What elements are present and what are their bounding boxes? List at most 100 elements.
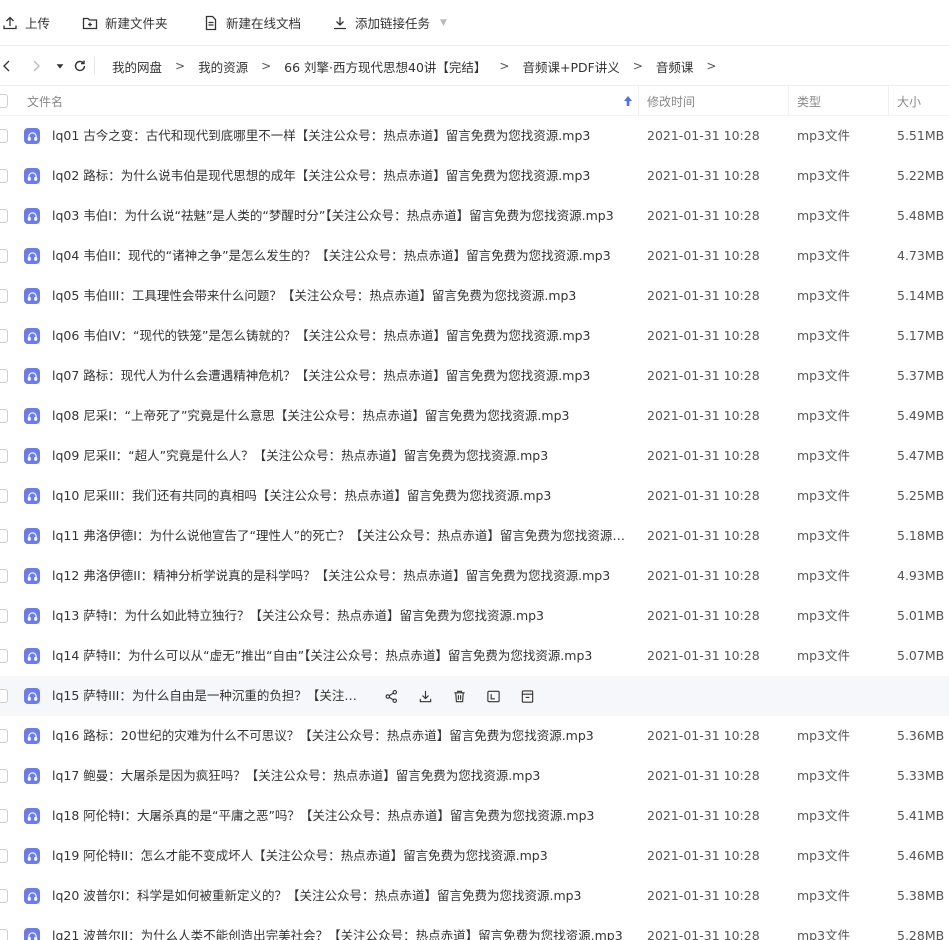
breadcrumb-item-course[interactable]: 66 刘擎·西方现代思想40讲【完结】 xyxy=(284,57,486,76)
file-row[interactable]: lq07 路标：现代人为什么会遭遇精神危机？【关注公众号：热点赤道】留言免费为您… xyxy=(0,356,949,396)
audio-file-icon xyxy=(24,448,40,464)
new-folder-button[interactable]: 新建文件夹 xyxy=(82,0,168,46)
row-actions xyxy=(383,688,553,704)
file-name[interactable]: lq14 萨特II：为什么可以从“虚无”推出“自由”【关注公众号：热点赤道】留言… xyxy=(52,636,592,676)
row-checkbox[interactable] xyxy=(0,489,8,503)
file-row[interactable]: lq18 阿伦特I：大屠杀真的是“平庸之恶”吗？【关注公众号：热点赤道】留言免费… xyxy=(0,796,949,836)
select-all-checkbox[interactable] xyxy=(0,94,8,108)
file-row[interactable]: lq20 波普尔I：科学是如何被重新定义的？【关注公众号：热点赤道】留言免费为您… xyxy=(0,876,949,916)
file-size: 5.48MB xyxy=(897,208,945,223)
file-type: mp3文件 xyxy=(797,488,851,503)
column-divider[interactable] xyxy=(638,86,639,116)
share-icon[interactable] xyxy=(383,688,399,704)
column-divider[interactable] xyxy=(888,86,889,116)
delete-icon[interactable] xyxy=(451,688,467,704)
file-name[interactable]: lq10 尼采III：我们还有共同的真相吗【关注公众号：热点赤道】留言免费为您找… xyxy=(52,476,551,516)
row-checkbox[interactable] xyxy=(0,649,8,663)
file-name[interactable]: lq09 尼采II：“超人”究竟是什么人？【关注公众号：热点赤道】留言免费为您找… xyxy=(52,436,548,476)
file-name[interactable]: lq17 鲍曼：大屠杀是因为疯狂吗？【关注公众号：热点赤道】留言免费为您找资源.… xyxy=(52,756,540,796)
file-name[interactable]: lq07 路标：现代人为什么会遭遇精神危机？【关注公众号：热点赤道】留言免费为您… xyxy=(52,356,590,396)
file-name[interactable]: lq08 尼采I：“上帝死了”究竟是什么意思【关注公众号：热点赤道】留言免费为您… xyxy=(52,396,569,436)
breadcrumb-item-audio[interactable]: 音频课 xyxy=(656,57,694,76)
row-checkbox[interactable] xyxy=(0,689,8,703)
file-name[interactable]: lq13 萨特I：为什么如此特立独行？【关注公众号：热点赤道】留言免费为您找资源… xyxy=(52,596,544,636)
file-row[interactable]: lq03 韦伯I：为什么说“祛魅”是人类的“梦醒时分”【关注公众号：热点赤道】留… xyxy=(0,196,949,236)
back-button[interactable] xyxy=(0,46,14,86)
file-row[interactable]: lq09 尼采II：“超人”究竟是什么人？【关注公众号：热点赤道】留言免费为您找… xyxy=(0,436,949,476)
file-row[interactable]: lq04 韦伯II：现代的“诸神之争”是怎么发生的？【关注公众号：热点赤道】留言… xyxy=(0,236,949,276)
file-name[interactable]: lq03 韦伯I：为什么说“祛魅”是人类的“梦醒时分”【关注公众号：热点赤道】留… xyxy=(52,196,614,236)
upload-button[interactable]: 上传 xyxy=(2,0,50,46)
file-row[interactable]: lq02 路标：为什么说韦伯是现代思想的成年【关注公众号：热点赤道】留言免费为您… xyxy=(0,156,949,196)
file-row[interactable]: lq10 尼采III：我们还有共同的真相吗【关注公众号：热点赤道】留言免费为您找… xyxy=(0,476,949,516)
file-row[interactable]: lq16 路标：20世纪的灾难为什么不可思议？【关注公众号：热点赤道】留言免费为… xyxy=(0,716,949,756)
row-checkbox[interactable] xyxy=(0,609,8,623)
rename-icon[interactable] xyxy=(485,688,501,704)
file-row[interactable]: lq12 弗洛伊德II：精神分析学说真的是科学吗？【关注公众号：热点赤道】留言免… xyxy=(0,556,949,596)
row-checkbox[interactable] xyxy=(0,849,8,863)
row-checkbox[interactable] xyxy=(0,289,8,303)
row-checkbox[interactable] xyxy=(0,329,8,343)
file-name[interactable]: lq21 波普尔II：为什么人类不能创造出完美社会？【关注公众号：热点赤道】留言… xyxy=(52,916,623,940)
forward-button[interactable] xyxy=(29,46,43,86)
file-name[interactable]: lq05 韦伯III：工具理性会带来什么问题？【关注公众号：热点赤道】留言免费为… xyxy=(52,276,576,316)
file-name[interactable]: lq20 波普尔I：科学是如何被重新定义的？【关注公众号：热点赤道】留言免费为您… xyxy=(52,876,582,916)
add-link-task-button[interactable]: 添加链接任务 ▼ xyxy=(332,0,447,46)
file-name[interactable]: lq19 阿伦特II：怎么才能不变成坏人【关注公众号：热点赤道】留言免费为您找资… xyxy=(52,836,548,876)
row-checkbox[interactable] xyxy=(0,809,8,823)
file-row[interactable]: lq06 韦伯IV：“现代的铁笼”是怎么铸就的？【关注公众号：热点赤道】留言免费… xyxy=(0,316,949,356)
file-row[interactable]: lq19 阿伦特II：怎么才能不变成坏人【关注公众号：热点赤道】留言免费为您找资… xyxy=(0,836,949,876)
row-checkbox[interactable] xyxy=(0,729,8,743)
row-checkbox[interactable] xyxy=(0,409,8,423)
refresh-button[interactable] xyxy=(72,46,88,86)
file-name[interactable]: lq12 弗洛伊德II：精神分析学说真的是科学吗？【关注公众号：热点赤道】留言免… xyxy=(52,556,610,596)
file-name[interactable]: lq04 韦伯II：现代的“诸神之争”是怎么发生的？【关注公众号：热点赤道】留言… xyxy=(52,236,611,276)
row-checkbox[interactable] xyxy=(0,449,8,463)
file-name[interactable]: lq06 韦伯IV：“现代的铁笼”是怎么铸就的？【关注公众号：热点赤道】留言免费… xyxy=(52,316,591,356)
file-name[interactable]: lq02 路标：为什么说韦伯是现代思想的成年【关注公众号：热点赤道】留言免费为您… xyxy=(52,156,590,196)
row-checkbox[interactable] xyxy=(0,569,8,583)
file-row[interactable]: lq15 萨特III：为什么自由是一种沉重的负担？【关注公… xyxy=(0,676,949,716)
column-header-name[interactable]: 文件名 xyxy=(27,86,63,116)
caret-down-icon[interactable]: ▼ xyxy=(440,18,447,28)
row-checkbox[interactable] xyxy=(0,769,8,783)
file-row[interactable]: lq08 尼采I：“上帝死了”究竟是什么意思【关注公众号：热点赤道】留言免费为您… xyxy=(0,396,949,436)
row-checkbox[interactable] xyxy=(0,129,8,143)
row-checkbox[interactable] xyxy=(0,529,8,543)
sort-ascending-icon[interactable] xyxy=(622,94,634,108)
row-checkbox[interactable] xyxy=(0,889,8,903)
file-row[interactable]: lq13 萨特I：为什么如此特立独行？【关注公众号：热点赤道】留言免费为您找资源… xyxy=(0,596,949,636)
breadcrumb-item-my-drive[interactable]: 我的网盘 xyxy=(112,57,162,76)
new-doc-button[interactable]: 新建在线文档 xyxy=(203,0,301,46)
file-name[interactable]: lq18 阿伦特I：大屠杀真的是“平庸之恶”吗？【关注公众号：热点赤道】留言免费… xyxy=(52,796,594,836)
audio-file-icon xyxy=(24,368,40,384)
row-checkbox[interactable] xyxy=(0,369,8,383)
file-row[interactable]: lq17 鲍曼：大屠杀是因为疯狂吗？【关注公众号：热点赤道】留言免费为您找资源.… xyxy=(0,756,949,796)
file-name[interactable]: lq16 路标：20世纪的灾难为什么不可思议？【关注公众号：热点赤道】留言免费为… xyxy=(52,716,594,756)
breadcrumb-separator: > xyxy=(632,59,643,73)
file-row[interactable]: lq11 弗洛伊德I：为什么说他宣告了“理性人”的死亡？【关注公众号：热点赤道】… xyxy=(0,516,949,556)
row-checkbox[interactable] xyxy=(0,929,8,940)
file-row[interactable]: lq01 古今之变：古代和现代到底哪里不一样【关注公众号：热点赤道】留言免费为您… xyxy=(0,116,949,156)
row-checkbox[interactable] xyxy=(0,249,8,263)
row-checkbox[interactable] xyxy=(0,169,8,183)
file-name[interactable]: lq15 萨特III：为什么自由是一种沉重的负担？【关注公… xyxy=(52,676,357,716)
file-row[interactable]: lq05 韦伯III：工具理性会带来什么问题？【关注公众号：热点赤道】留言免费为… xyxy=(0,276,949,316)
row-checkbox[interactable] xyxy=(0,209,8,223)
column-header-modified[interactable]: 修改时间 xyxy=(647,86,695,116)
column-divider[interactable] xyxy=(788,86,789,116)
file-name[interactable]: lq01 古今之变：古代和现代到底哪里不一样【关注公众号：热点赤道】留言免费为您… xyxy=(52,116,590,156)
file-row[interactable]: lq14 萨特II：为什么可以从“虚无”推出“自由”【关注公众号：热点赤道】留言… xyxy=(0,636,949,676)
breadcrumb-item-my-resources[interactable]: 我的资源 xyxy=(198,57,248,76)
breadcrumb-item-audio-pdf[interactable]: 音频课+PDF讲义 xyxy=(522,57,619,76)
file-name[interactable]: lq11 弗洛伊德I：为什么说他宣告了“理性人”的死亡？【关注公众号：热点赤道】… xyxy=(52,516,627,556)
download-icon[interactable] xyxy=(417,688,433,704)
column-header-type[interactable]: 类型 xyxy=(797,86,821,116)
file-modified-time: 2021-01-31 10:28 xyxy=(647,408,760,423)
file-row[interactable]: lq21 波普尔II：为什么人类不能创造出完美社会？【关注公众号：热点赤道】留言… xyxy=(0,916,949,940)
file-type: mp3文件 xyxy=(797,728,851,743)
history-dropdown[interactable] xyxy=(54,46,66,86)
file-modified-time: 2021-01-31 10:28 xyxy=(647,728,760,743)
column-header-size[interactable]: 大小 xyxy=(897,86,921,116)
more-icon[interactable] xyxy=(519,688,535,704)
